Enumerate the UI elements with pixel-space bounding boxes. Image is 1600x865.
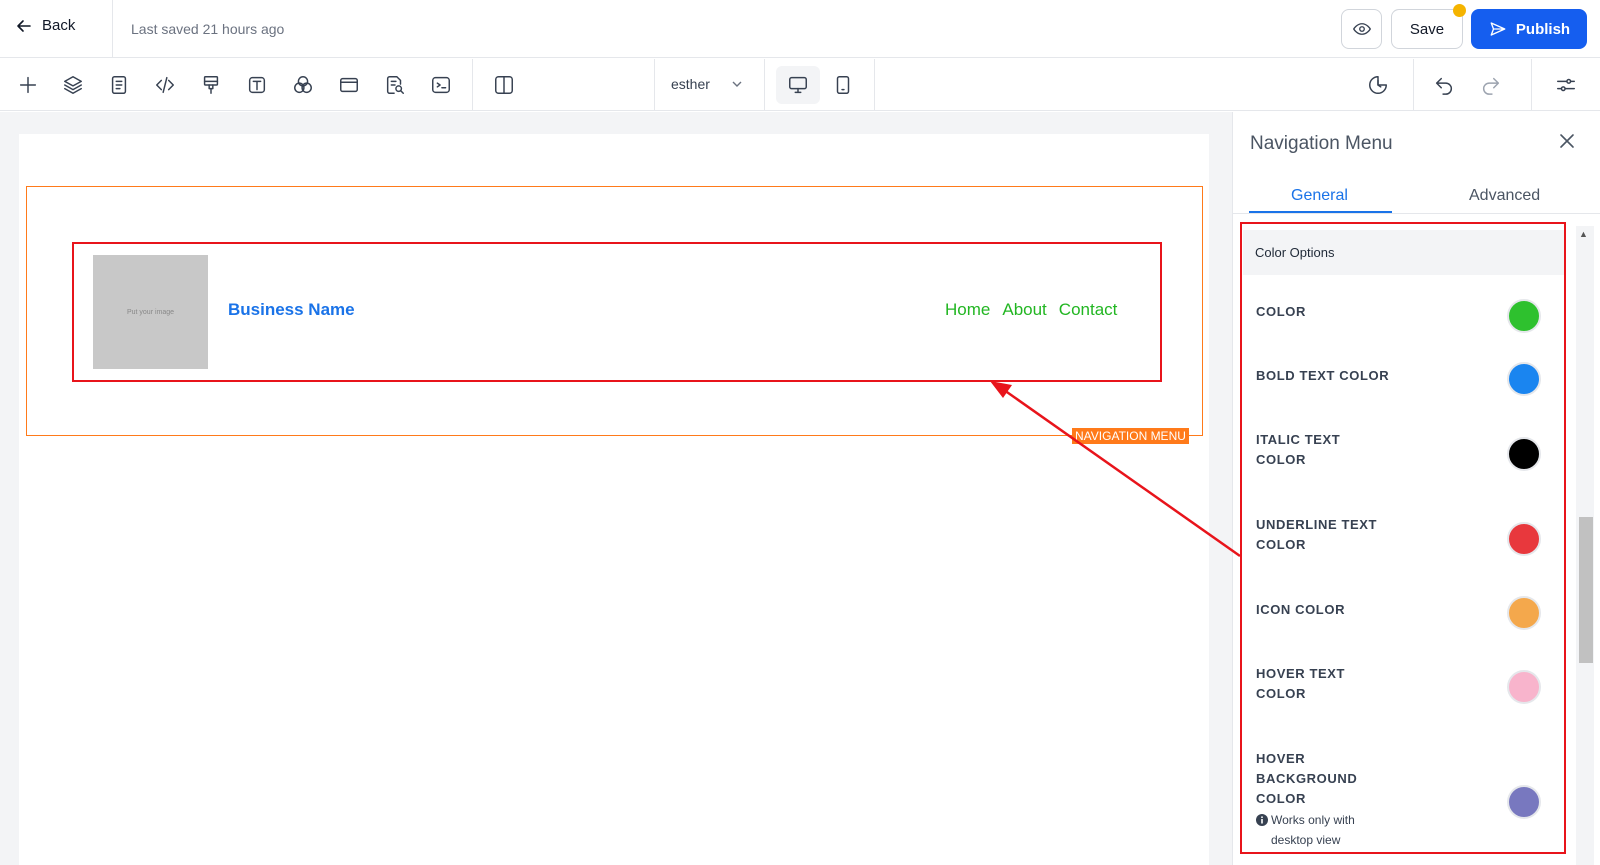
colors-icon [294, 76, 312, 94]
page-icon [111, 76, 127, 94]
close-icon[interactable] [1557, 131, 1577, 151]
preview-button[interactable] [1341, 9, 1382, 49]
panel-title: Navigation Menu [1250, 133, 1393, 154]
history-button[interactable] [1364, 71, 1392, 99]
unsaved-indicator [1453, 4, 1466, 17]
nav-link-home[interactable]: Home [945, 300, 990, 320]
terminal-button[interactable] [427, 71, 455, 99]
save-status: Last saved 21 hours ago [131, 21, 285, 37]
scroll-up-icon[interactable]: ▲ [1579, 229, 1588, 239]
styles-button[interactable] [197, 71, 225, 99]
back-button[interactable]: Back [16, 17, 75, 34]
history-icon [1369, 76, 1387, 94]
tabs-divider [1233, 213, 1600, 214]
logo-image-placeholder[interactable]: Put your image [93, 255, 208, 369]
section-tag[interactable]: NAVIGATION MENU [1072, 428, 1189, 444]
window-icon [340, 77, 358, 93]
divider [1531, 59, 1532, 111]
undo-button[interactable] [1430, 71, 1458, 99]
paint-icon [203, 76, 219, 94]
tab-general[interactable]: General [1291, 187, 1348, 205]
phone-icon [836, 76, 850, 94]
arrow-left-icon [17, 19, 31, 32]
settings-button[interactable] [1552, 71, 1580, 99]
eye-icon [1352, 23, 1371, 35]
redo-icon [1483, 77, 1500, 95]
custom-code-button[interactable] [151, 71, 179, 99]
nav-link-about[interactable]: About [1002, 300, 1046, 320]
panel-scrollbar-thumb[interactable] [1579, 517, 1593, 663]
colors-button[interactable] [289, 71, 317, 99]
send-icon [1490, 22, 1506, 36]
page-selector[interactable]: esther [671, 76, 742, 92]
sliders-icon [1557, 78, 1575, 92]
monitor-icon [789, 76, 807, 94]
divider [654, 59, 655, 111]
save-button[interactable]: Save [1391, 9, 1463, 49]
redo-button[interactable] [1477, 71, 1505, 99]
popup-button[interactable] [335, 71, 363, 99]
divider [472, 59, 473, 111]
add-element-button[interactable] [14, 71, 42, 99]
publish-button[interactable]: Publish [1471, 9, 1587, 49]
active-tab-indicator [1249, 211, 1392, 213]
tab-advanced[interactable]: Advanced [1469, 187, 1540, 205]
back-label: Back [42, 17, 76, 34]
divider [1413, 59, 1414, 111]
annotation-highlight-box [1240, 222, 1566, 854]
pages-button[interactable] [105, 71, 133, 99]
typography-button[interactable] [243, 71, 271, 99]
divider [112, 0, 113, 58]
page-name: esther [671, 76, 710, 92]
mobile-view-button[interactable] [829, 71, 857, 99]
text-icon [248, 76, 266, 94]
nav-links: Home About Contact [945, 300, 1117, 320]
chevron-down-icon [732, 81, 742, 87]
layers-button[interactable] [59, 71, 87, 99]
seo-icon [386, 76, 404, 94]
split-view-button[interactable] [490, 71, 518, 99]
divider [764, 59, 765, 111]
seo-button[interactable] [381, 71, 409, 99]
code-icon [156, 76, 174, 94]
plus-icon [19, 76, 37, 94]
columns-icon [495, 76, 513, 94]
divider [874, 59, 875, 111]
publish-label: Publish [1515, 20, 1571, 38]
nav-link-contact[interactable]: Contact [1059, 300, 1118, 320]
desktop-view-button[interactable] [784, 71, 812, 99]
layers-icon [64, 76, 82, 94]
undo-icon [1435, 77, 1452, 95]
terminal-icon [432, 76, 450, 94]
business-name[interactable]: Business Name [228, 300, 355, 320]
